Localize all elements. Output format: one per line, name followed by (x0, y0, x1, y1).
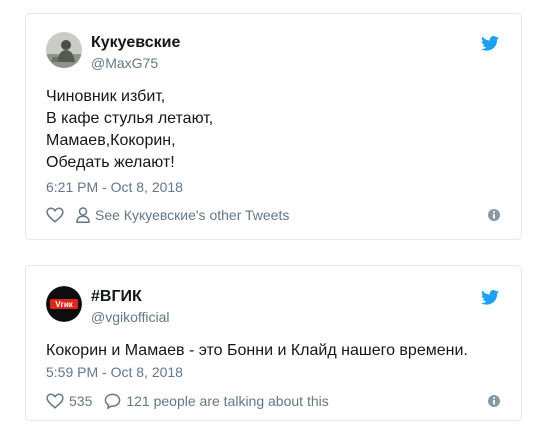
twitter-bird-icon[interactable] (481, 290, 499, 305)
twitter-bird-icon[interactable] (481, 36, 499, 51)
info-icon[interactable] (487, 394, 501, 408)
like-button[interactable]: 535 (46, 393, 92, 409)
like-button[interactable] (46, 207, 64, 223)
info-icon[interactable] (487, 208, 501, 222)
tweet-actions: See Кукуевские's other Tweets (46, 205, 501, 225)
avatar[interactable]: Vгик (46, 286, 82, 322)
tweet-actions: 535 121 people are talking about this (46, 391, 501, 411)
user-handle[interactable]: @vgikofficial (91, 309, 170, 325)
tweet-text-line: Мамаев,Кокорин, (46, 132, 176, 149)
tweet-text-line: Кокорин и Мамаев - это Бонни и Клайд наш… (46, 342, 468, 359)
conversation-link[interactable]: 121 people are talking about this (104, 393, 329, 409)
avatar-photo-icon (46, 32, 82, 68)
tweet-text: Кокорин и Мамаев - это Бонни и Клайд наш… (46, 340, 468, 362)
display-name[interactable]: Кукуевские (91, 34, 180, 52)
tweet-timestamp[interactable]: 6:21 PM - Oct 8, 2018 (46, 179, 183, 195)
like-count: 535 (69, 393, 93, 409)
tweet-text-line: Чиновник избит, (46, 88, 166, 105)
person-icon (76, 207, 90, 223)
tweet-card-kukuevskie[interactable]: Кукуевские @MaxG75 Чиновник избит, В каф… (25, 13, 522, 240)
see-other-tweets-link[interactable]: See Кукуевские's other Tweets (76, 207, 289, 223)
vgik-logo-text: Vгик (55, 300, 74, 309)
see-other-tweets-label: See Кукуевские's other Tweets (95, 207, 290, 223)
tweet-text-line: В кафе стулья летают, (46, 110, 214, 127)
speech-bubble-icon (105, 393, 121, 409)
avatar[interactable] (46, 32, 82, 68)
heart-icon (46, 207, 64, 223)
tweet-card-vgik[interactable]: Vгик #ВГИК @vgikofficial Кокорин и Мамае… (25, 265, 522, 421)
display-name[interactable]: #ВГИК (91, 288, 142, 306)
tweet-text: Чиновник избит, В кафе стулья летают, Ма… (46, 86, 213, 174)
heart-icon (46, 393, 64, 409)
conversation-label: 121 people are talking about this (126, 393, 329, 409)
vgik-logo-icon: Vгик (46, 286, 82, 322)
user-handle[interactable]: @MaxG75 (91, 55, 158, 71)
tweet-text-line: Обедать желают! (46, 154, 175, 171)
tweet-timestamp[interactable]: 5:59 PM - Oct 8, 2018 (46, 364, 183, 380)
